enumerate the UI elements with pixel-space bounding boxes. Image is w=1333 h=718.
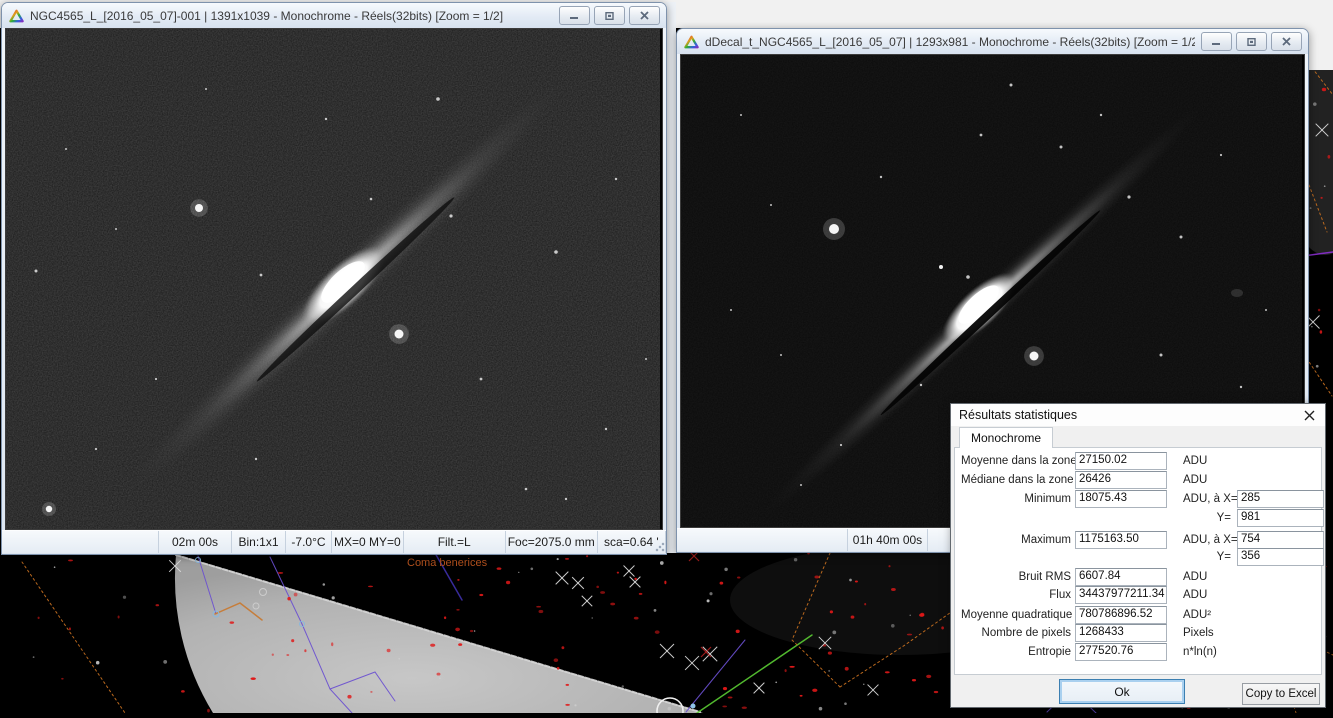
stat-unit-label: n*ln(n) [1183,643,1217,661]
restore-icon[interactable] [594,6,625,25]
close-icon[interactable] [629,6,660,25]
right-window-title: dDecal_t_NGC4565_L_[2016_05_07] | 1293x9… [705,35,1195,49]
copy-to-excel-button[interactable]: Copy to Excel [1242,683,1320,705]
stat-row: Médiane dans la zone26426 ADU [961,471,1319,489]
stat-row: Minimum18075.43ADU, à X=285 [961,490,1319,508]
stat-unit-label: ADU [1183,586,1207,604]
stat-row: Moyenne quadratique780786896.52 ADU² [961,606,1319,624]
resize-grip-icon[interactable] [654,541,665,552]
stat-unit-label: ADU² [1183,606,1211,624]
stat-coord-input[interactable]: 981 [1237,509,1324,527]
stat-row: Flux34437977211.34 ADU [961,586,1319,604]
stat-value-input[interactable]: 277520.76 [1075,643,1167,661]
stat-row: Bruit RMS6607.84 ADU [961,568,1319,586]
galaxy-image-left [6,29,660,529]
stat-label: Médiane dans la zone [961,471,1071,489]
stat-value-input[interactable]: 26426 [1075,471,1167,489]
dialog-title: Résultats statistiques [959,408,1301,422]
stat-row: Y=356 [961,548,1319,566]
status-temperature: -7.0°C [286,531,332,553]
dialog-tab-page: Moyenne dans la zone27150.02ADUMédiane d… [954,447,1322,675]
stat-value-input[interactable]: 18075.43 [1075,490,1167,508]
stat-row: Maximum1175163.50ADU, à X=754 [961,531,1319,549]
image-window-left: NGC4565_L_[2016_05_07]-001 | 1391x1039 -… [1,2,667,555]
left-image-canvas[interactable] [5,28,663,530]
stat-unit-label: ADU [1183,471,1207,489]
stat-label: Flux [961,586,1071,604]
stat-value-input[interactable]: 27150.02 [1075,452,1167,470]
stat-label: Moyenne quadratique [961,606,1071,624]
close-icon[interactable] [1271,32,1302,51]
status-mxmy: MX=0 MY=0 [332,531,404,553]
status-focal: Foc=2075.0 mm [506,531,598,553]
stat-value-input[interactable]: 1268433 [1075,624,1167,642]
stat-value-input[interactable]: 34437977211.34 [1075,586,1167,604]
status-exposure: 01h 40m 00s [848,529,928,551]
status-blank [2,531,159,553]
stat-coord-input[interactable]: 285 [1237,490,1324,508]
stat-unit-label: Y= [1183,509,1231,527]
status-blank [677,529,848,551]
tab-monochrome[interactable]: Monochrome [959,427,1053,448]
stat-label: Maximum [961,531,1071,549]
stat-unit-label: ADU [1183,568,1207,586]
dialog-close-icon[interactable] [1301,407,1317,423]
stat-row: Y=981 [961,509,1319,527]
left-window-title: NGC4565_L_[2016_05_07]-001 | 1391x1039 -… [30,9,553,23]
stat-unit-label: ADU, à X= [1183,490,1238,508]
stat-value-input[interactable]: 1175163.50 [1075,531,1167,549]
stat-unit-label: Y= [1183,548,1231,566]
status-exposure: 02m 00s [159,531,232,553]
stat-value-input[interactable]: 780786896.52 [1075,606,1167,624]
stat-label: Moyenne dans la zone [961,452,1071,470]
minimize-icon[interactable] [1201,32,1232,51]
stat-label: Bruit RMS [961,568,1071,586]
minimize-icon[interactable] [559,6,590,25]
ok-button[interactable]: Ok [1059,679,1185,704]
left-window-statusbar: 02m 00s Bin:1x1 -7.0°C MX=0 MY=0 Filt.=L… [2,530,666,553]
svg-text:Coma benerices: Coma benerices [407,557,488,569]
status-filter: Filt.=L [404,531,506,553]
stat-row: Entropie277520.76 n*ln(n) [961,643,1319,661]
left-window-titlebar[interactable]: NGC4565_L_[2016_05_07]-001 | 1391x1039 -… [2,3,666,28]
stat-row: Nombre de pixels1268433 Pixels [961,624,1319,642]
dialog-titlebar[interactable]: Résultats statistiques [951,404,1325,426]
app-triangle-icon [684,35,699,49]
stat-unit-label: Pixels [1183,624,1214,642]
right-window-titlebar[interactable]: dDecal_t_NGC4565_L_[2016_05_07] | 1293x9… [677,29,1308,54]
stat-unit-label: ADU [1183,452,1207,470]
statistics-dialog: Résultats statistiques Monochrome Moyenn… [950,403,1326,708]
stat-row: Moyenne dans la zone27150.02 ADU [961,452,1319,470]
stat-coord-input[interactable]: 356 [1237,548,1324,566]
status-binning: Bin:1x1 [232,531,286,553]
stat-coord-input[interactable]: 754 [1237,531,1324,549]
restore-icon[interactable] [1236,32,1267,51]
stat-unit-label: ADU, à X= [1183,531,1238,549]
app-triangle-icon [9,9,24,23]
stat-value-input[interactable]: 6607.84 [1075,568,1167,586]
stat-label: Minimum [961,490,1071,508]
stat-label: Entropie [961,643,1071,661]
stat-label: Nombre de pixels [961,624,1071,642]
